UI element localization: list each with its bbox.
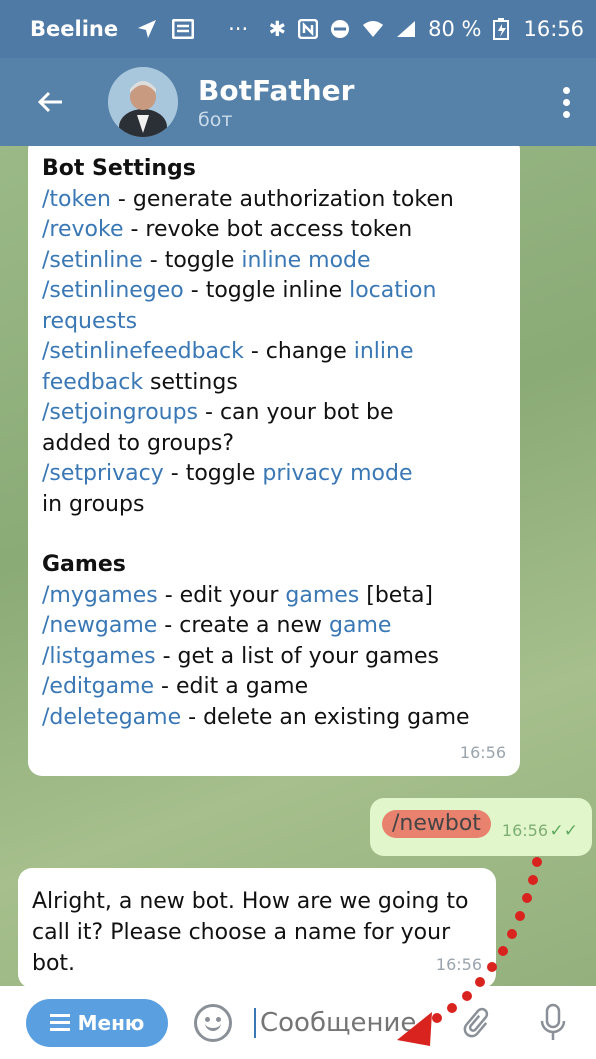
command-description: settings [143,369,238,395]
command-link[interactable]: /setinlinegeo [42,278,184,303]
command-line: /setprivacy - toggle privacy mode [42,459,504,490]
message-time: 16:56 [435,955,482,974]
command-description: - toggle [142,247,242,273]
bot-commands-message: Bot Settings /token - generate authoriza… [28,146,520,776]
hamburger-icon [49,1014,70,1031]
command-link[interactable]: /listgames [42,644,156,669]
command-link[interactable]: privacy mode [262,461,412,486]
clock: 16:56 [523,17,584,41]
message-time: 16:56 [501,820,548,840]
command-link[interactable]: games [285,583,359,608]
command-description: - edit a game [154,674,309,699]
carrier-label: Beeline [30,17,119,41]
signal-icon [397,21,416,37]
reply-text: Alright, a new bot. How are we going to … [32,889,469,976]
command-line: /setinlinefeedback - change inline [42,337,504,368]
command-link[interactable]: /deletegame [42,705,181,730]
chat-header: BotFather бот [0,58,596,146]
command-link[interactable]: /setprivacy [42,461,164,486]
message-time: 16:56 [459,742,506,762]
outgoing-message: /newbot 16:56 ✓✓ [370,798,592,856]
command-description: - toggle inline [183,278,350,303]
read-check-icon: ✓✓ [549,820,579,841]
command-description: - change [243,339,354,364]
status-bar: Beeline ··· ✱ 80 % 16:56 [0,0,596,58]
command-link[interactable]: /editgame [42,674,154,699]
command-line: requests [42,307,504,338]
menu-button[interactable]: Меню [26,998,168,1047]
more-vert-icon[interactable] [563,86,570,118]
command-line: /setinlinegeo - toggle inline location [42,276,504,307]
section-title-bot-settings: Bot Settings [42,156,196,181]
command-description: - delete an existing game [181,704,470,730]
input-bar: Меню [0,986,596,1059]
attach-icon[interactable] [455,1000,498,1044]
command-link[interactable]: /setinlinefeedback [42,339,244,364]
chat-subtitle: бот [198,108,233,131]
command-link[interactable]: game [329,613,391,638]
menu-button-label: Меню [77,1010,145,1035]
message-input[interactable] [254,1007,434,1038]
command-line: /editgame - edit a game [42,672,504,703]
command-line: /mygames - edit your games [beta] [42,581,504,612]
command-line: /listgames - get a list of your games [42,642,504,673]
command-description: - get a list of your games [155,643,439,669]
command-description: [beta] [359,582,434,608]
chat-area: Bot Settings /token - generate authoriza… [0,146,596,986]
battery-charging-icon [493,18,510,40]
command-description: - can your bot be [198,400,394,425]
mic-icon[interactable] [540,1003,566,1043]
command-line: /revoke - revoke bot access token [42,215,504,246]
command-link[interactable]: /newgame [42,613,157,638]
dnd-icon [331,20,350,38]
command-link[interactable]: requests [42,309,137,334]
command-description: - edit your [157,582,286,608]
nfc-icon [298,19,319,39]
wifi-icon [363,21,384,37]
bluetooth-icon: ✱ [268,17,287,41]
command-link[interactable]: /setjoingroups [42,400,198,425]
command-link[interactable]: feedback [42,370,143,395]
outgoing-command[interactable]: /newbot [382,810,491,838]
section-title-games: Games [42,552,126,577]
command-line: /deletegame - delete an existing game [42,703,504,734]
bot-reply-message: Alright, a new bot. How are we going to … [18,868,496,986]
command-link[interactable]: /token [42,187,111,212]
command-link[interactable]: /mygames [42,583,158,608]
command-link[interactable]: location [349,278,436,303]
command-line: /token - generate authorization token [42,185,504,216]
command-description: - generate authorization token [110,186,454,212]
command-line: /setjoingroups - can your bot be [42,398,504,429]
message-icon [172,19,195,39]
location-arrow-icon [138,20,157,38]
command-line: added to groups? [42,429,504,460]
command-description: - revoke bot access token [123,217,413,242]
emoji-icon[interactable] [194,1003,232,1042]
command-link[interactable]: /setinline [42,248,143,273]
command-link[interactable]: /revoke [42,217,123,242]
overflow-dots: ··· [228,17,249,41]
command-description: - create a new [157,613,329,638]
command-description: in groups [42,491,145,517]
back-arrow-icon[interactable] [30,87,70,117]
avatar[interactable] [108,67,178,137]
command-link[interactable]: inline [354,339,414,364]
command-line: feedback settings [42,368,504,399]
battery-percent: 80 % [428,17,482,41]
command-line: in groups [42,490,504,521]
command-link[interactable]: inline mode [241,248,370,273]
command-description: added to groups? [42,430,235,456]
chat-title: BotFather [198,73,355,107]
command-description: - toggle [163,461,263,486]
command-line: /setinline - toggle inline mode [42,246,504,277]
command-line: /newgame - create a new game [42,611,504,642]
